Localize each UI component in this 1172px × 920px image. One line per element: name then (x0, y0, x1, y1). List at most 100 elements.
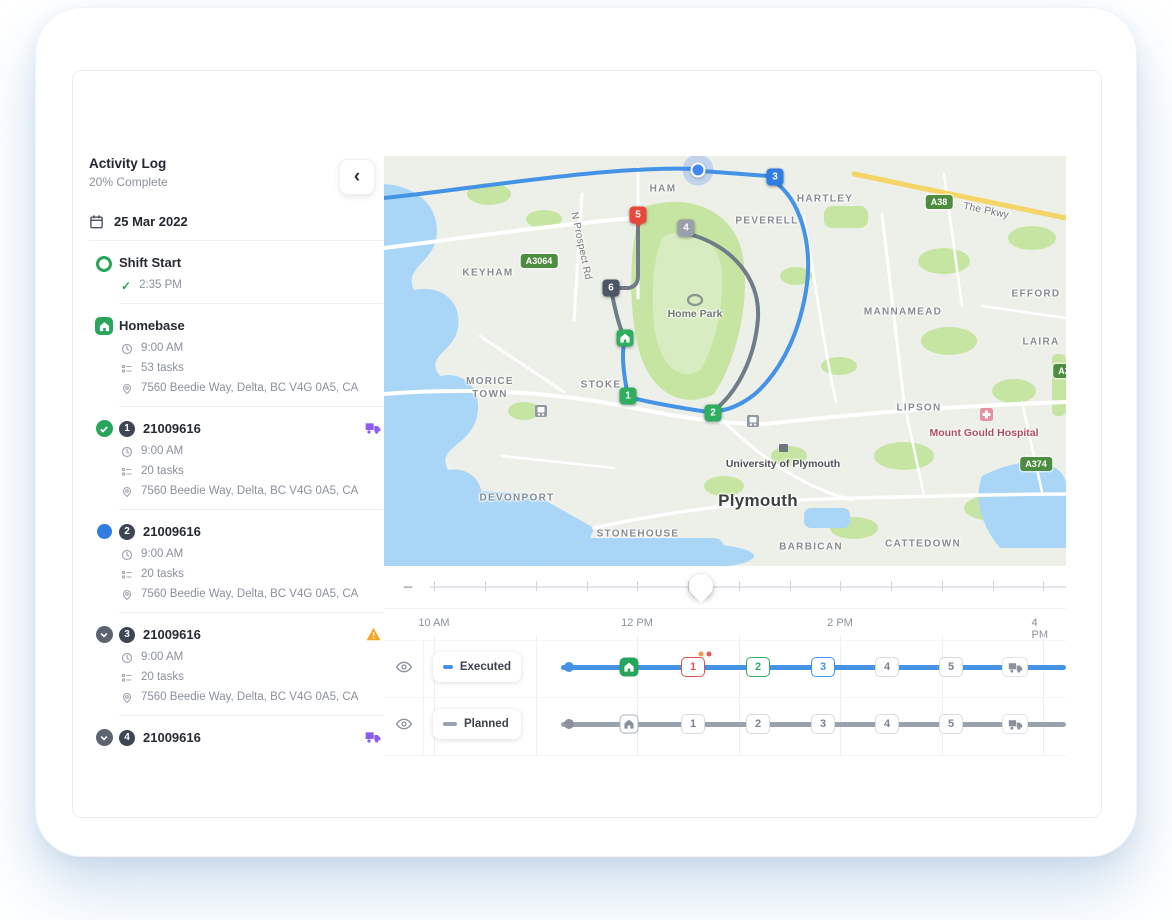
hospital-icon (980, 408, 993, 421)
entry-time-row: 9:00 AM (119, 651, 385, 664)
gantt-stop-5-executed[interactable]: 5 (939, 657, 963, 677)
entry-time-row: 9:00 AM (119, 548, 385, 561)
sidebar-collapse-button[interactable]: ‹ (339, 159, 375, 195)
check-icon: ✓ (121, 280, 131, 292)
legend-chip-planned[interactable]: Planned (433, 709, 521, 739)
stop-current-icon (97, 524, 112, 539)
slider-tick (891, 581, 892, 591)
entry-title: 1 21009616 (119, 420, 385, 438)
entry-stop-3[interactable]: 3 21009616 9:00 AM 20 tasks (89, 626, 385, 716)
entry-body: 4 21009616 (119, 729, 385, 758)
time-icon (121, 549, 133, 561)
map-marker-5[interactable]: 5 (630, 207, 647, 224)
gantt-stop-1-executed[interactable]: 1 (681, 657, 705, 677)
entry-tasks-row: 53 tasks (119, 362, 385, 375)
gantt-homebase-planned[interactable] (620, 715, 639, 734)
stop-id: 21009616 (143, 523, 201, 541)
slider-tick (485, 581, 486, 591)
district-label: MANNAMEAD (864, 307, 942, 318)
gantt-start-dot-planned[interactable] (564, 719, 574, 729)
time-icon (121, 446, 133, 458)
map-canvas[interactable]: HAM HARTLEY PEVERELL KEYHAM MANNAMEAD EF… (384, 156, 1066, 566)
gantt-homebase-executed[interactable] (620, 658, 639, 677)
alert-dot-red (707, 652, 712, 657)
legend-chip-executed[interactable]: Executed (433, 652, 521, 682)
district-label: CATTEDOWN (885, 539, 961, 550)
page: Activity Log 20% Complete 25 Mar 2022 Sh… (0, 0, 1172, 920)
entry-status-column (89, 254, 119, 304)
entry-shift-start[interactable]: Shift Start ✓ 2:35 PM (89, 254, 385, 304)
stop-time: 9:00 AM (141, 445, 183, 458)
stop-upcoming-icon (96, 626, 113, 643)
gantt-stop-1-planned[interactable]: 1 (681, 714, 705, 734)
map-marker-4[interactable]: 4 (678, 220, 695, 237)
entry-stop-2[interactable]: 2 21009616 9:00 AM 20 tasks 7560 Beedie … (89, 523, 385, 613)
entry-time-row: ✓ 2:35 PM (119, 279, 385, 292)
slider-tick (1043, 581, 1044, 591)
truck-icon (1008, 719, 1023, 730)
map-marker-2[interactable]: 2 (705, 405, 722, 422)
gantt-truck-executed[interactable] (1002, 657, 1028, 677)
stop-time: 9:00 AM (141, 651, 183, 664)
poi-label-hospital: Mount Gould Hospital (929, 427, 1038, 439)
entry-stop-4[interactable]: 4 21009616 (89, 729, 385, 758)
entry-body: 3 21009616 9:00 AM 20 tasks (119, 626, 385, 716)
stop-number-badge: 1 (119, 421, 135, 437)
gantt-start-dot-executed[interactable] (564, 662, 574, 672)
entry-address-row: 7560 Beedie Way, Delta, BC V4G 0A5, CA (119, 485, 385, 498)
gantt-stop-4-planned[interactable]: 4 (875, 714, 899, 734)
truck-icon (365, 421, 381, 439)
entry-stop-1[interactable]: 1 21009616 9:00 AM 20 tasks (89, 420, 385, 510)
map-marker-3[interactable]: 3 (767, 169, 784, 186)
entry-address-row: 7560 Beedie Way, Delta, BC V4G 0A5, CA (119, 588, 385, 601)
calendar-icon (89, 214, 104, 229)
slider-tick (942, 581, 943, 591)
gantt-stop-3-executed[interactable]: 3 (811, 657, 835, 677)
gantt-gridline (942, 635, 943, 755)
map-marker-1[interactable]: 1 (620, 388, 637, 405)
gantt-stop-2-executed[interactable]: 2 (746, 657, 770, 677)
map-marker-6[interactable]: 6 (603, 280, 620, 297)
date-row[interactable]: 25 Mar 2022 (89, 214, 385, 241)
entry-time-row: 9:00 AM (119, 342, 385, 355)
gantt-truck-planned[interactable] (1002, 714, 1028, 734)
chevron-left-icon: ‹ (354, 166, 360, 188)
slider-tick (993, 581, 994, 591)
eye-icon-planned[interactable] (394, 716, 414, 732)
entry-homebase[interactable]: Homebase 9:00 AM 53 tasks 7560 Beedie Wa… (89, 317, 385, 407)
stop-address: 7560 Beedie Way, Delta, BC V4G 0A5, CA (141, 691, 358, 704)
planned-dash-icon (443, 722, 457, 726)
vehicle-location-dot[interactable] (691, 163, 706, 178)
slider-tick (739, 581, 740, 591)
map-marker-homebase[interactable] (617, 330, 634, 347)
zoom-out-icon[interactable]: − (396, 575, 420, 599)
slider-tick (840, 581, 841, 591)
time-label: 12 PM (621, 617, 653, 629)
truck-icon (1008, 662, 1023, 673)
gantt-stop-5-planned[interactable]: 5 (939, 714, 963, 734)
entry-status-column (89, 317, 119, 407)
eye-icon-executed[interactable] (394, 659, 414, 675)
entry-tasks-row: 20 tasks (119, 465, 385, 478)
slider-tick (536, 581, 537, 591)
slider-handle[interactable] (689, 574, 713, 598)
district-label: MORICE TOWN (457, 375, 523, 401)
gantt-stop-4-executed[interactable]: 4 (875, 657, 899, 677)
gantt-stop-2-planned[interactable]: 2 (746, 714, 770, 734)
tablet-frame: Activity Log 20% Complete 25 Mar 2022 Sh… (36, 8, 1136, 856)
entry-body: Homebase 9:00 AM 53 tasks 7560 Beedie Wa… (119, 317, 385, 407)
stop-tasks: 20 tasks (141, 465, 184, 478)
stop-address: 7560 Beedie Way, Delta, BC V4G 0A5, CA (141, 485, 358, 498)
homebase-tasks: 53 tasks (141, 362, 184, 375)
stop-number-badge: 3 (119, 627, 135, 643)
gantt-row-divider (384, 697, 1066, 698)
entry-body: 1 21009616 9:00 AM 20 tasks (119, 420, 385, 510)
entry-title: Homebase (119, 317, 385, 335)
gantt-stop-3-planned[interactable]: 3 (811, 714, 835, 734)
district-label: HAM (650, 184, 677, 195)
warning-icon (366, 627, 381, 646)
slider-track[interactable] (430, 586, 1066, 588)
district-label: BARBICAN (779, 542, 843, 553)
gantt-gridline (739, 635, 740, 755)
entry-address-row: 7560 Beedie Way, Delta, BC V4G 0A5, CA (119, 691, 385, 704)
